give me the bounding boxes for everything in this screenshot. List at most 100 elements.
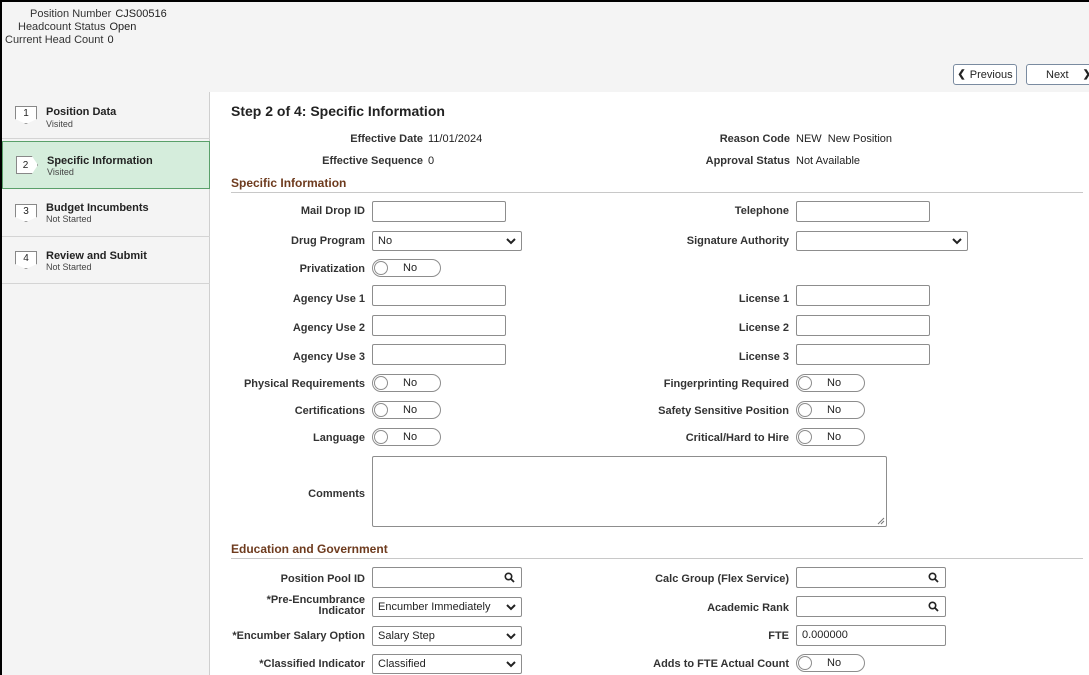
language-toggle[interactable]: No [372,428,441,446]
main-content: Step 2 of 4: Specific Information Effect… [211,92,1089,675]
position-pool-input[interactable] [372,567,522,588]
previous-button[interactable]: ❮ Previous [953,64,1017,85]
reason-description: New Position [827,133,892,145]
drug-program-select[interactable]: No [372,231,522,251]
lookup-search-icon[interactable] [928,601,939,612]
step-number-badge: 2 [16,156,38,174]
certifications-toggle[interactable]: No [372,401,441,419]
mail-drop-input[interactable] [372,201,506,222]
toggle-text: No [827,431,842,443]
adds-fte-toggle[interactable]: No [796,654,865,672]
agency-use-3-input[interactable] [372,344,506,365]
toggle-knob [798,656,812,670]
headcount-status-row: Headcount Status Open [18,21,136,33]
classified-indicator-select[interactable]: Classified [372,654,522,674]
lookup-search-icon[interactable] [928,572,939,583]
license-3-input[interactable] [796,344,930,365]
privatization-label: Privatization [299,263,365,275]
agency-use-2-input[interactable] [372,315,506,336]
calc-group-input[interactable] [796,567,946,588]
safety-sensitive-toggle[interactable]: No [796,401,865,419]
dropdown-caret-icon [506,238,516,245]
toggle-text: No [827,404,842,416]
fte-label: FTE [768,630,789,642]
next-button[interactable]: Next ❯ [1026,64,1089,85]
dropdown-caret-icon [952,238,962,245]
signature-authority-label: Signature Authority [686,235,789,247]
current-head-count-row: Current Head Count 0 [5,34,114,46]
academic-rank-input[interactable] [796,596,946,617]
license-1-label: License 1 [738,293,789,305]
step-item-specific-information[interactable]: 2 Specific Information Visited [2,141,210,189]
encumber-salary-value: Salary Step [378,630,435,642]
fingerprinting-toggle[interactable]: No [796,374,865,392]
step-number-badge: 3 [15,204,37,222]
step-number-badge: 4 [15,251,37,269]
specific-information-heading: Specific Information [231,176,1083,193]
agency-use-3-label: Agency Use 3 [292,351,365,363]
position-number-label: Position Number [30,8,112,20]
dropdown-caret-icon [506,604,516,611]
headcount-status-value: Open [109,21,137,33]
toggle-text: No [403,431,418,443]
toggle-knob [798,376,812,390]
step-item-budget-incumbents[interactable]: 3 Budget Incumbents Not Started [2,190,210,237]
step-title: Specific Information [47,155,153,167]
step-title: Position Data [46,106,117,118]
comments-textarea[interactable] [372,456,887,527]
toggle-knob [374,430,388,444]
position-header: Position Number CJS00516 Headcount Status… [2,2,1089,92]
toggle-text: No [403,404,418,416]
step-item-position-data[interactable]: 1 Position Data Visited [2,92,210,139]
encumber-salary-label: *Encumber Salary Option [232,630,365,642]
step-status: Visited [47,167,74,177]
approval-status-value: Not Available [796,155,861,167]
step-status: Visited [46,119,73,129]
toggle-knob [374,261,388,275]
fingerprinting-label: Fingerprinting Required [663,378,789,390]
signature-authority-select[interactable] [796,231,968,251]
chevron-right-icon: ❯ [1083,69,1089,80]
position-number-value: CJS00516 [115,8,167,20]
license-2-label: License 2 [738,322,789,334]
effective-sequence-value: 0 [428,155,435,167]
resize-grip-icon[interactable] [877,517,885,525]
toggle-knob [374,403,388,417]
lookup-search-icon[interactable] [504,572,515,583]
license-2-input[interactable] [796,315,930,336]
headcount-status-label: Headcount Status [18,21,106,33]
drug-program-label: Drug Program [291,235,365,247]
classified-indicator-label: *Classified Indicator [259,658,365,670]
academic-rank-label: Academic Rank [707,602,789,614]
mail-drop-label: Mail Drop ID [300,205,365,217]
pre-encumbrance-select[interactable]: Encumber Immediately [372,597,522,617]
page-title: Step 2 of 4: Specific Information [231,103,445,119]
physical-requirements-label: Physical Requirements [243,378,365,390]
license-1-input[interactable] [796,285,930,306]
pre-encumbrance-label: *Pre-Encumbrance Indicator [266,594,365,617]
physical-requirements-toggle[interactable]: No [372,374,441,392]
effective-date-label: Effective Date [350,133,423,145]
position-pool-label: Position Pool ID [280,573,365,585]
toggle-text: No [827,657,842,669]
fte-input[interactable]: 0.000000 [796,625,946,646]
toggle-knob [374,376,388,390]
next-button-label: Next [1046,68,1069,81]
telephone-input[interactable] [796,201,930,222]
reason-code-value: NEW New Position [796,133,892,145]
step-item-review-and-submit[interactable]: 4 Review and Submit Not Started [2,237,210,284]
current-head-count-label: Current Head Count [5,34,104,46]
encumber-salary-select[interactable]: Salary Step [372,626,522,646]
privatization-toggle[interactable]: No [372,259,441,277]
education-government-heading: Education and Government [231,542,1083,559]
step-title: Review and Submit [46,250,147,262]
agency-use-1-label: Agency Use 1 [292,293,365,305]
telephone-label: Telephone [734,205,789,217]
step-title: Budget Incumbents [46,202,149,214]
license-3-label: License 3 [738,351,789,363]
agency-use-1-input[interactable] [372,285,506,306]
chevron-left-icon: ❮ [957,69,966,80]
critical-hire-toggle[interactable]: No [796,428,865,446]
toggle-text: No [403,262,418,274]
dropdown-caret-icon [506,661,516,668]
